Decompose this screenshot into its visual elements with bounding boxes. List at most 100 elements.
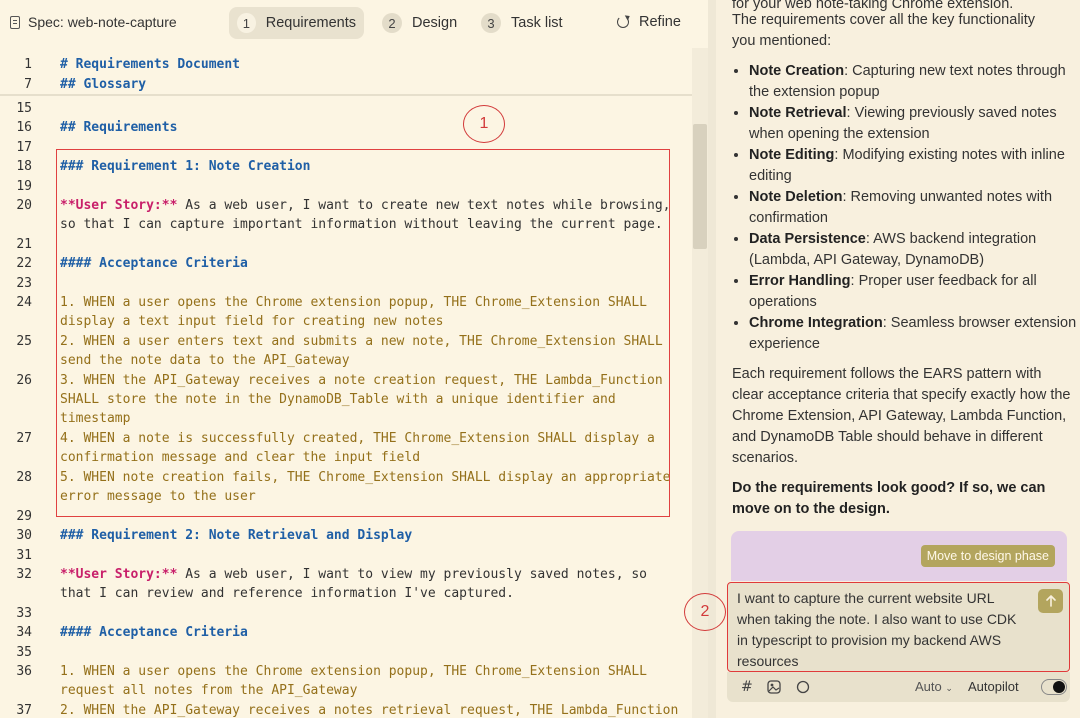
- feature-name: Note Deletion: [749, 189, 843, 205]
- tab-number: 3: [481, 13, 501, 33]
- line-text: 1. WHEN a user opens the Chrome extensio…: [60, 662, 647, 681]
- line-number: 33: [16, 606, 32, 621]
- document-icon: [10, 15, 20, 29]
- line-text: # Requirements Document: [60, 55, 240, 74]
- line-number: 17: [16, 140, 32, 155]
- autopilot-label: Autopilot: [968, 679, 1019, 694]
- code-token: # Requirements Document: [60, 57, 241, 72]
- line-number: 37: [16, 703, 32, 718]
- list-item: Note Creation: Capturing new text notes …: [749, 61, 1080, 103]
- annotation-box: [56, 149, 670, 517]
- line-number: 18: [16, 159, 32, 174]
- line-number: 26: [16, 373, 32, 388]
- feature-name: Note Retrieval: [749, 105, 847, 121]
- ears-paragraph: Each requirement follows the EARS patter…: [732, 366, 1071, 466]
- input-toolbar: # Auto ⌄ Autopilot: [727, 672, 1070, 702]
- line-text: #### Acceptance Criteria: [60, 623, 248, 642]
- line-number: 15: [16, 101, 32, 116]
- autopilot-toggle[interactable]: [1041, 679, 1067, 695]
- move-to-design-button[interactable]: Move to design phase: [920, 545, 1055, 567]
- line-number: 35: [16, 645, 32, 660]
- list-item: Chrome Integration: Seamless browser ext…: [749, 313, 1080, 355]
- line-text: ## Glossary: [60, 75, 146, 94]
- refresh-icon: [617, 16, 629, 28]
- chat-card: Move to design phase: [731, 531, 1067, 581]
- editor-pane: Spec: web-note-capture 1 Requirements 2 …: [0, 0, 708, 718]
- code-line: 32 **User Story:** As a web user, I want …: [0, 565, 692, 584]
- code-token: ## Requirements: [60, 120, 178, 135]
- code-line: 36 1. WHEN a user opens the Chrome extens…: [0, 662, 692, 681]
- intro-line: you mentioned:: [732, 33, 832, 49]
- code-token: #### Acceptance Criteria: [60, 625, 248, 640]
- question-text: Do the requirements look good? If so, we…: [732, 480, 1046, 517]
- tab-label: Requirements: [265, 15, 356, 31]
- feature-name: Data Persistence: [749, 231, 866, 247]
- tab-design[interactable]: 2 Design: [374, 7, 466, 39]
- spec-tab-bar: Spec: web-note-capture 1 Requirements 2 …: [0, 0, 708, 48]
- model-select[interactable]: Auto ⌄: [915, 679, 953, 694]
- list-item: Error Handling: Proper user feedback for…: [749, 271, 1080, 313]
- send-button[interactable]: [1038, 589, 1063, 613]
- annotation-marker-2: 2: [684, 593, 726, 631]
- tab-label: Design: [412, 15, 458, 31]
- code-token: **User Story:**: [60, 567, 178, 582]
- tab-label: Task list: [511, 15, 563, 31]
- line-number: 1: [24, 57, 32, 72]
- code-line: 7 ## Glossary: [0, 75, 692, 94]
- list-item: Note Editing: Modifying existing notes w…: [749, 145, 1080, 187]
- refine-button[interactable]: Refine: [617, 14, 681, 30]
- line-number: 24: [16, 295, 32, 310]
- line-number: 16: [16, 120, 32, 135]
- line-text: **User Story:** As a web user, I want to…: [60, 565, 647, 584]
- tab-number: 1: [237, 13, 256, 33]
- hash-icon[interactable]: #: [741, 679, 753, 695]
- line-number: 20: [16, 198, 32, 213]
- annotation-marker-1: 1: [463, 105, 505, 143]
- line-number: 28: [16, 470, 32, 485]
- image-icon[interactable]: [767, 680, 781, 697]
- line-number: 7: [24, 77, 32, 92]
- code-line: 35: [0, 643, 692, 662]
- intro-line: The requirements cover all the key funct…: [732, 12, 1036, 28]
- code-token: 2. WHEN the API_Gateway receives a notes…: [60, 703, 679, 718]
- spec-label: Spec: web-note-capture: [28, 14, 177, 30]
- code-line: 16 ## Requirements: [0, 118, 692, 137]
- feature-name: Chrome Integration: [749, 315, 883, 331]
- code-line: 33: [0, 604, 692, 623]
- chat-input-text[interactable]: I want to capture the current website UR…: [737, 588, 1022, 672]
- tab-number: 2: [382, 13, 402, 33]
- feature-name: Note Editing: [749, 147, 835, 163]
- feature-name: Error Handling: [749, 273, 851, 289]
- refine-label: Refine: [639, 14, 681, 30]
- line-number: 25: [16, 334, 32, 349]
- line-text: that I can review and reference informat…: [60, 584, 514, 603]
- list-item: Note Deletion: Removing unwanted notes w…: [749, 187, 1080, 229]
- code-line: 1 # Requirements Document: [0, 55, 692, 74]
- line-number: 29: [16, 509, 32, 524]
- code-token: that I can review and reference informat…: [60, 586, 514, 601]
- line-number: 21: [16, 237, 32, 252]
- line-number: 34: [16, 625, 32, 640]
- line-number: 19: [16, 179, 32, 194]
- code-token: request all notes from the API_Gateway: [60, 683, 358, 698]
- chat-pane: for your web note-taking Chrome extensio…: [684, 0, 1080, 718]
- line-text: request all notes from the API_Gateway: [60, 681, 357, 700]
- spec-title: Spec: web-note-capture: [10, 14, 177, 30]
- chat-input[interactable]: I want to capture the current website UR…: [727, 582, 1070, 672]
- code-token: 1. WHEN a user opens the Chrome extensio…: [60, 664, 647, 679]
- model-select-label: Auto: [915, 679, 942, 694]
- tab-task-list[interactable]: 3 Task list: [473, 7, 573, 39]
- line-number: 27: [16, 431, 32, 446]
- line-number: 36: [16, 664, 32, 679]
- line-number: 32: [16, 567, 32, 582]
- line-text: 2. WHEN the API_Gateway receives a notes…: [60, 701, 678, 718]
- circle-icon[interactable]: [796, 680, 810, 697]
- code-line: that I can review and reference informat…: [0, 584, 692, 603]
- line-text: ### Requirement 2: Note Retrieval and Di…: [60, 526, 412, 545]
- tab-requirements[interactable]: 1 Requirements: [229, 7, 364, 39]
- code-line: request all notes from the API_Gateway: [0, 681, 692, 700]
- code-line: 34 #### Acceptance Criteria: [0, 623, 692, 642]
- code-token: ### Requirement 2: Note Retrieval and Di…: [60, 528, 413, 543]
- scrollbar-thumb[interactable]: [693, 124, 707, 249]
- line-number: 30: [16, 528, 32, 543]
